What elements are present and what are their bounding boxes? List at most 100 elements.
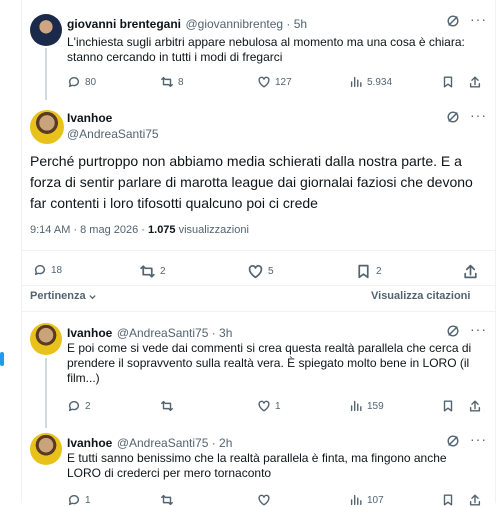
reply-count: 2 xyxy=(85,400,91,412)
tweet-text-line: E poi come si vede dai commenti si crea … xyxy=(67,341,472,355)
thread-line xyxy=(45,358,47,428)
share-icon xyxy=(469,76,481,88)
views-count: 159 xyxy=(367,400,384,412)
like-button[interactable]: 127 xyxy=(257,75,292,89)
avatar[interactable] xyxy=(30,110,64,144)
bookmark-icon xyxy=(443,400,453,412)
grok-icon[interactable] xyxy=(446,14,460,33)
views-button[interactable]: 159 xyxy=(349,399,384,413)
author-handle[interactable]: @AndreaSanti75 · 2h xyxy=(117,436,233,450)
tweet-views-label: visualizzazioni xyxy=(178,224,249,236)
reply-button[interactable]: 80 xyxy=(67,75,96,89)
sort-dropdown[interactable]: Pertinenza xyxy=(30,290,97,302)
sort-label: Pertinenza xyxy=(30,290,86,302)
views-count: 5.934 xyxy=(367,76,393,88)
author-name[interactable]: giovanni brentegani xyxy=(67,17,181,31)
author-handle[interactable]: @giovannibrenteg · 5h xyxy=(185,17,307,31)
divider xyxy=(22,311,496,312)
views-button[interactable]: 5.934 xyxy=(349,75,392,89)
avatar[interactable] xyxy=(30,433,62,465)
like-button[interactable] xyxy=(257,493,275,507)
author-handle[interactable]: @AndreaSanti75 xyxy=(67,127,159,141)
tweet-text-line: stanno cercando in tutti i modi di frega… xyxy=(67,50,283,64)
views-button[interactable]: 107 xyxy=(349,493,384,507)
bookmark-button[interactable] xyxy=(441,399,455,413)
reply-icon xyxy=(68,495,80,506)
like-button[interactable]: 5 xyxy=(247,263,274,280)
share-button[interactable] xyxy=(468,493,482,507)
tweet-text-line: E tutti sanno benissimo che la realtà pa… xyxy=(67,451,447,465)
tweet-text-line: LORO di crederci per mero tornaconto xyxy=(67,466,272,480)
left-border xyxy=(21,0,22,503)
like-button[interactable]: 1 xyxy=(257,399,281,413)
grok-icon[interactable] xyxy=(446,110,460,129)
repost-icon xyxy=(161,400,173,412)
like-count: 127 xyxy=(275,76,292,88)
views-icon xyxy=(350,400,362,412)
like-icon xyxy=(258,76,270,88)
bookmark-button[interactable] xyxy=(441,75,455,89)
tweet-text-line: L'inchiesta sugli arbitri appare nebulos… xyxy=(67,35,465,49)
share-button[interactable] xyxy=(462,263,479,280)
share-icon xyxy=(469,494,481,506)
repost-button[interactable] xyxy=(160,493,178,507)
author-handle[interactable]: @AndreaSanti75 · 3h xyxy=(117,326,233,340)
avatar[interactable] xyxy=(30,323,62,355)
bookmark-icon xyxy=(443,494,453,506)
avatar[interactable] xyxy=(30,14,62,46)
like-icon xyxy=(258,400,270,412)
views-icon xyxy=(350,494,362,506)
reply-button[interactable]: 1 xyxy=(67,493,91,507)
bookmark-icon xyxy=(443,76,453,88)
share-icon xyxy=(469,400,481,412)
more-icon[interactable]: ··· xyxy=(470,107,487,123)
reply-icon xyxy=(34,265,46,276)
like-count: 1 xyxy=(275,400,281,412)
repost-icon xyxy=(140,265,155,278)
share-button[interactable] xyxy=(468,75,482,89)
tweet-text-line: Perché purtroppo non abbiamo media schie… xyxy=(30,153,462,169)
tweet-text-line: far contenti i loro tifosotti qualcuno p… xyxy=(30,195,318,211)
chevron-down-icon xyxy=(88,294,96,299)
repost-count: 2 xyxy=(160,266,166,277)
divider xyxy=(22,250,496,251)
repost-icon xyxy=(161,494,173,506)
reply-count: 80 xyxy=(85,76,97,88)
views-count: 107 xyxy=(367,494,384,506)
repost-button[interactable]: 8 xyxy=(160,75,184,89)
tweet-views-count: 1.075 xyxy=(148,224,176,236)
bookmark-count: 2 xyxy=(376,266,382,277)
reply-icon xyxy=(68,77,80,88)
repost-button[interactable] xyxy=(160,399,178,413)
tweet-text-line: film...) xyxy=(67,371,100,385)
views-icon xyxy=(350,76,362,88)
bookmark-button[interactable] xyxy=(441,493,455,507)
repost-button[interactable]: 2 xyxy=(139,263,166,280)
reply-button[interactable]: 2 xyxy=(67,399,91,413)
more-icon[interactable]: ··· xyxy=(470,321,487,337)
reply-count: 1 xyxy=(85,494,91,506)
author-name[interactable]: Ivanhoe xyxy=(67,436,112,450)
more-icon[interactable]: ··· xyxy=(470,11,487,27)
right-border xyxy=(495,0,496,503)
reply-count: 18 xyxy=(51,264,63,276)
tweet-text-line: prendere il sopravvento sulla realtà ver… xyxy=(67,356,470,370)
thread-line xyxy=(45,48,47,100)
share-button[interactable] xyxy=(468,399,482,413)
bookmark-button[interactable]: 2 xyxy=(355,263,382,280)
like-icon xyxy=(248,264,263,279)
divider xyxy=(22,285,496,286)
more-icon[interactable]: ··· xyxy=(470,431,487,447)
tweet-text-line: forza di sentir parlare di marotta leagu… xyxy=(30,174,473,190)
bookmark-icon xyxy=(358,264,369,279)
scroll-indicator[interactable] xyxy=(0,352,4,366)
repost-icon xyxy=(161,76,173,88)
view-quotes-link[interactable]: Visualizza citazioni xyxy=(371,290,470,302)
reply-button[interactable]: 18 xyxy=(33,263,62,277)
like-icon xyxy=(258,494,270,506)
author-name[interactable]: Ivanhoe xyxy=(67,111,112,125)
tweet-timestamp[interactable]: 9:14 AM · 8 mag 2026 · xyxy=(30,224,145,236)
share-icon xyxy=(464,264,477,279)
author-name[interactable]: Ivanhoe xyxy=(67,326,112,340)
like-count: 5 xyxy=(268,266,274,277)
